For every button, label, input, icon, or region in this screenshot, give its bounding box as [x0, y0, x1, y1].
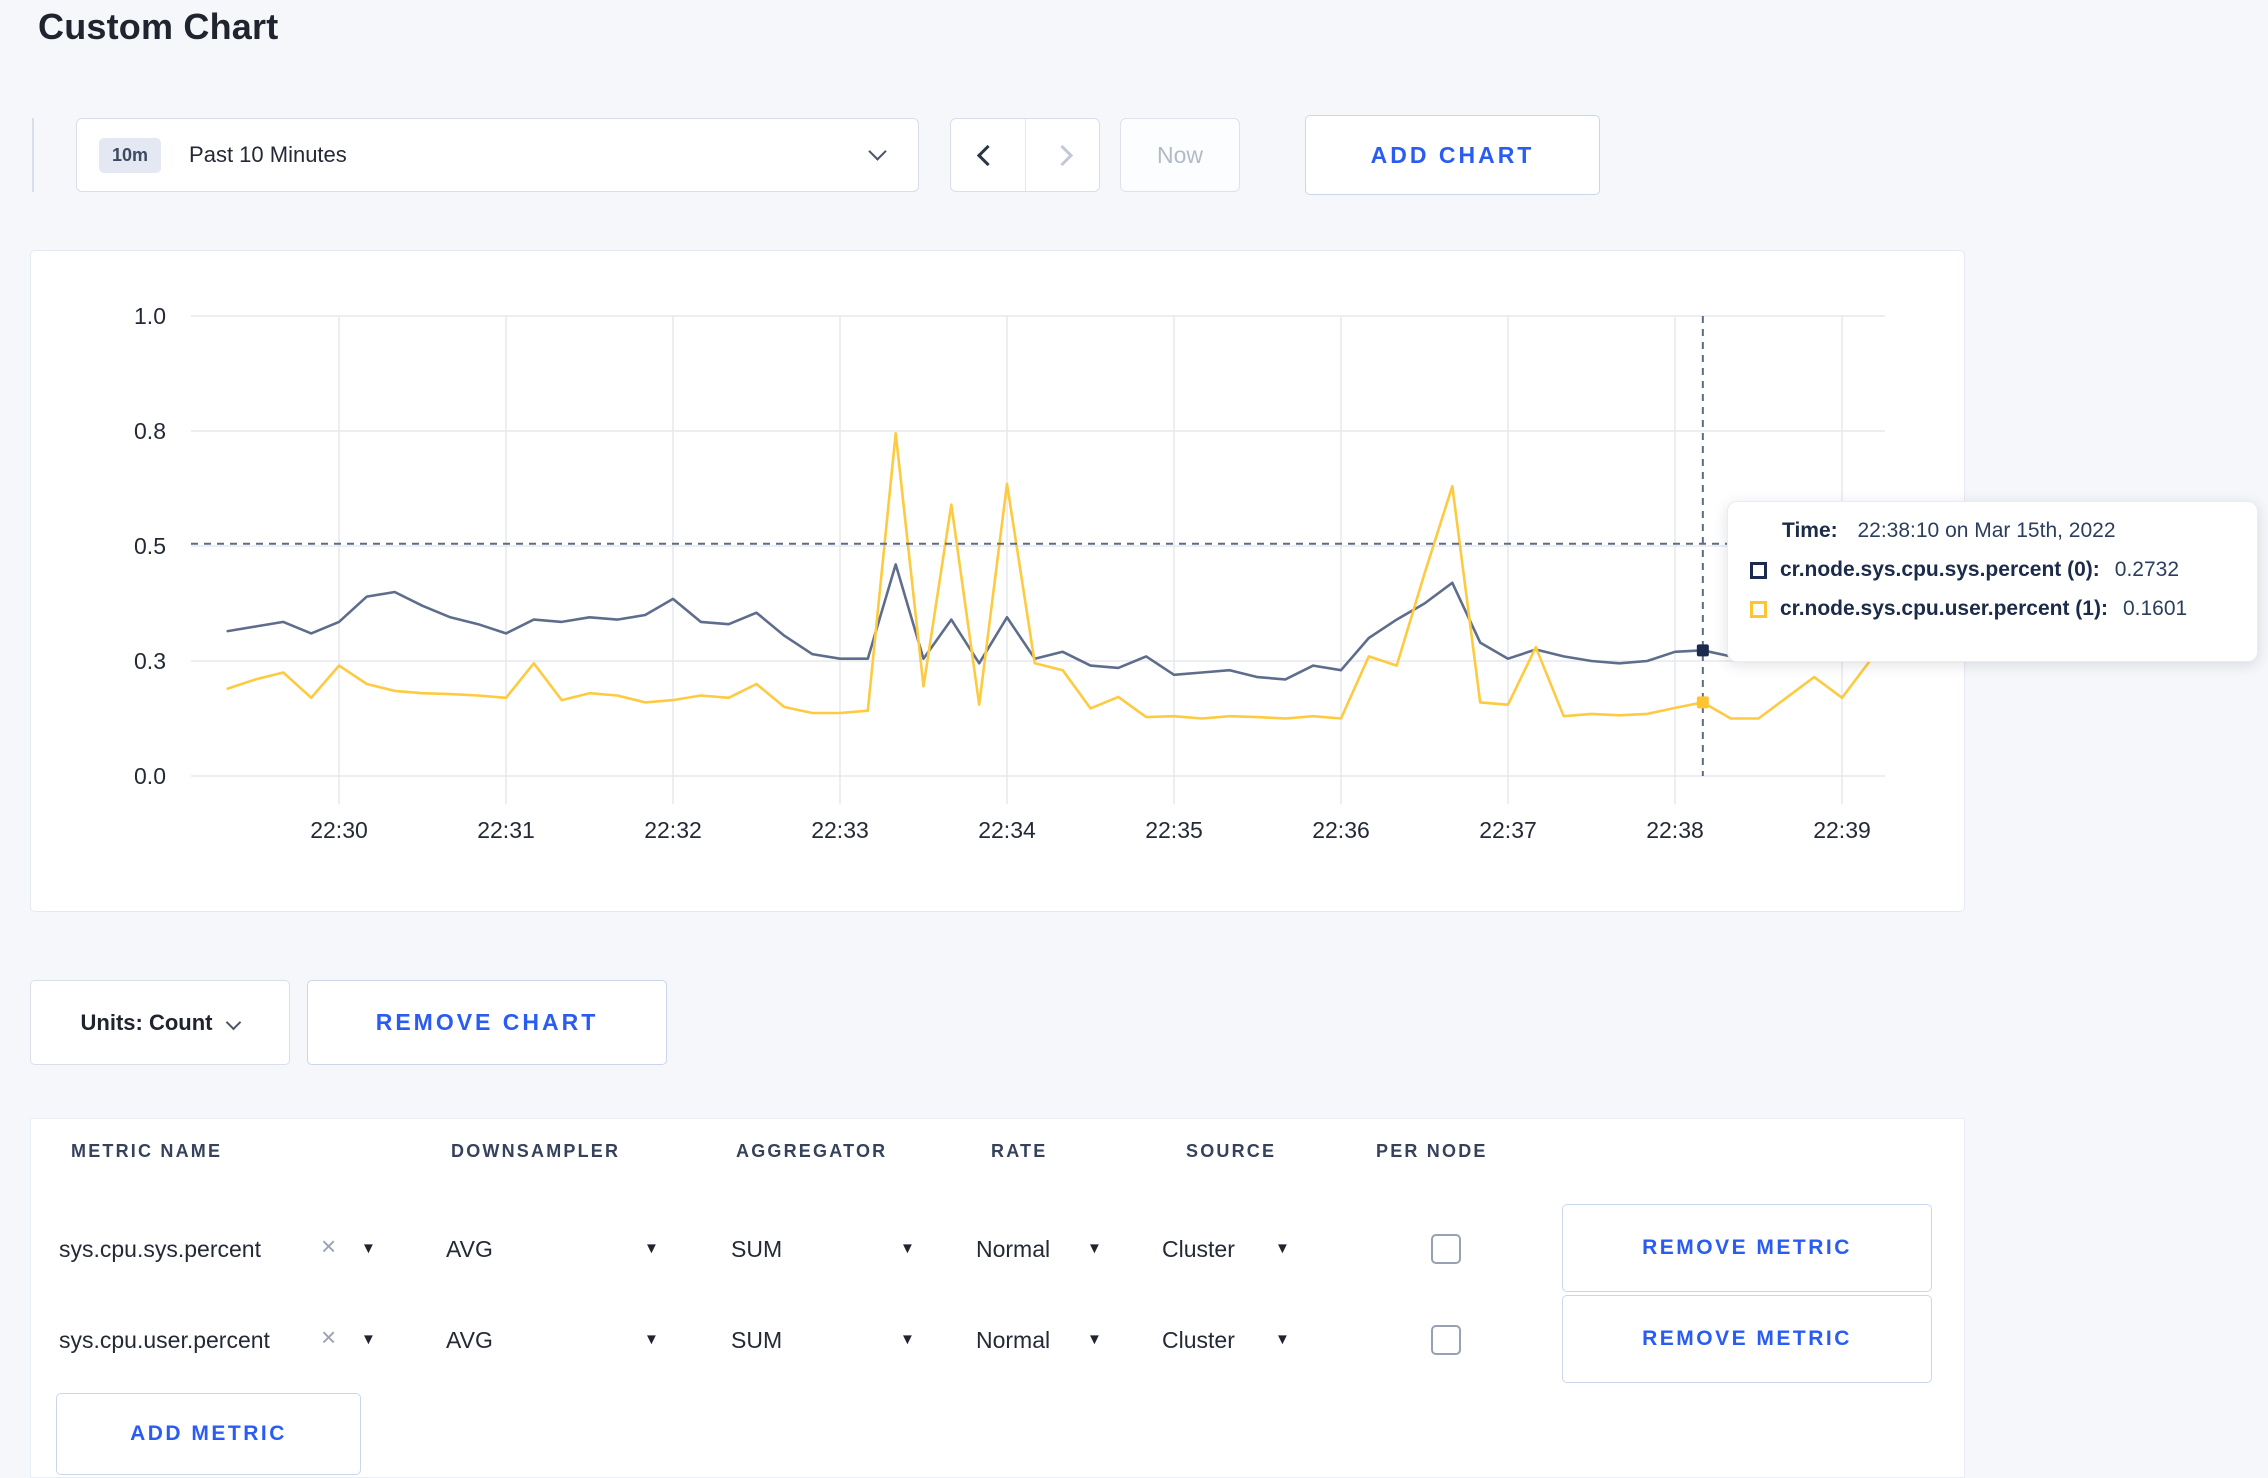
chevron-left-icon	[977, 144, 999, 166]
toolbar-divider	[32, 118, 34, 192]
caret-down-icon: ▼	[361, 1240, 376, 1257]
rate-value: Normal	[976, 1326, 1051, 1353]
aggregator-value: SUM	[731, 1326, 783, 1353]
next-time-button[interactable]	[1024, 119, 1100, 191]
units-dropdown[interactable]: Units: Count	[30, 980, 290, 1065]
svg-text:0.8: 0.8	[134, 418, 166, 444]
aggregator-value: SUM	[731, 1235, 783, 1262]
col-header-source: SOURCE	[1186, 1141, 1277, 1161]
remove-chart-button[interactable]: REMOVE CHART	[307, 980, 667, 1065]
rate-select[interactable]: Normal ▼	[976, 1204, 1162, 1294]
prev-time-button[interactable]	[951, 119, 1025, 191]
svg-text:22:30: 22:30	[310, 817, 368, 843]
source-value: Cluster	[1162, 1326, 1235, 1353]
col-header-aggregator: AGGREGATOR	[736, 1141, 888, 1161]
svg-text:22:33: 22:33	[811, 817, 869, 843]
series-swatch-icon	[1750, 600, 1767, 618]
caret-down-icon: ▼	[1275, 1240, 1290, 1257]
metric-name-value: sys.cpu.user.percent	[59, 1326, 270, 1353]
svg-text:0.5: 0.5	[134, 533, 166, 559]
rate-select[interactable]: Normal ▼	[976, 1295, 1162, 1385]
time-step-buttons	[950, 118, 1100, 192]
chart-tooltip: Time: 22:38:10 on Mar 15th, 2022 cr.node…	[1727, 501, 2258, 662]
svg-text:22:36: 22:36	[1312, 817, 1370, 843]
svg-text:22:37: 22:37	[1479, 817, 1537, 843]
tooltip-series-row: cr.node.sys.cpu.sys.percent (0): 0.2732	[1750, 558, 2237, 582]
downsampler-value: AVG	[446, 1326, 493, 1353]
downsampler-select[interactable]: AVG ▼	[446, 1295, 731, 1385]
custom-chart-page: Custom Chart 10m Past 10 Minutes Now ADD…	[0, 0, 2268, 1478]
col-header-per-node: PER NODE	[1376, 1141, 1488, 1161]
col-header-metric-name: METRIC NAME	[71, 1141, 223, 1161]
col-header-rate: RATE	[991, 1141, 1048, 1161]
remove-metric-button[interactable]: REMOVE METRIC	[1562, 1204, 1932, 1292]
close-icon[interactable]: ×	[321, 1322, 336, 1353]
metric-name-value: sys.cpu.sys.percent	[59, 1235, 261, 1262]
chart-card: 0.0 0.3 0.5 0.8 1.0 22:30 22:31 22:32 22:33 22:34…	[30, 250, 1965, 912]
source-select[interactable]: Cluster ▼	[1162, 1295, 1392, 1385]
svg-text:1.0: 1.0	[134, 303, 166, 329]
chart-plot-area[interactable]: 0.0 0.3 0.5 0.8 1.0 22:30 22:31 22:32 22:33 22:34…	[31, 251, 1966, 913]
metrics-table: METRIC NAME DOWNSAMPLER AGGREGATOR RATE …	[30, 1118, 1965, 1478]
tooltip-series-value: 0.1601	[2122, 597, 2188, 620]
time-range-dropdown[interactable]: 10m Past 10 Minutes	[76, 118, 919, 192]
time-range-label: Past 10 Minutes	[189, 142, 347, 167]
metric-name-select[interactable]: sys.cpu.sys.percent × ▼	[59, 1204, 449, 1294]
svg-text:0.3: 0.3	[134, 648, 166, 674]
tooltip-series-value: 0.2732	[2114, 558, 2180, 581]
col-header-downsampler: DOWNSAMPLER	[451, 1141, 621, 1161]
add-metric-button[interactable]: ADD METRIC	[56, 1393, 361, 1475]
units-label: Units: Count	[80, 1009, 213, 1035]
caret-down-icon: ▼	[900, 1331, 915, 1348]
aggregator-select[interactable]: SUM ▼	[731, 1295, 976, 1385]
svg-text:22:39: 22:39	[1813, 817, 1871, 843]
tooltip-series-label: cr.node.sys.cpu.sys.percent (0):	[1780, 558, 2100, 581]
chevron-down-icon	[226, 1014, 242, 1031]
svg-text:22:35: 22:35	[1145, 817, 1203, 843]
svg-text:22:32: 22:32	[644, 817, 702, 843]
downsampler-select[interactable]: AVG ▼	[446, 1204, 731, 1294]
caret-down-icon: ▼	[900, 1240, 915, 1257]
page-title: Custom Chart	[38, 6, 279, 47]
table-row: sys.cpu.sys.percent × ▼ AVG ▼ SUM ▼ Norm…	[31, 1204, 1966, 1294]
downsampler-value: AVG	[446, 1235, 493, 1262]
caret-down-icon: ▼	[1275, 1331, 1290, 1348]
metric-name-select[interactable]: sys.cpu.user.percent × ▼	[59, 1295, 449, 1385]
close-icon[interactable]: ×	[321, 1231, 336, 1262]
tooltip-series-row: cr.node.sys.cpu.user.percent (1): 0.1601	[1750, 597, 2237, 621]
caret-down-icon: ▼	[361, 1331, 376, 1348]
tooltip-series-label: cr.node.sys.cpu.user.percent (1):	[1780, 597, 2108, 620]
caret-down-icon: ▼	[644, 1331, 659, 1348]
per-node-checkbox[interactable]	[1431, 1234, 1461, 1264]
svg-text:0.0: 0.0	[134, 763, 166, 789]
source-select[interactable]: Cluster ▼	[1162, 1204, 1392, 1294]
caret-down-icon: ▼	[1087, 1331, 1102, 1348]
svg-text:22:34: 22:34	[978, 817, 1036, 843]
add-chart-button[interactable]: ADD CHART	[1305, 115, 1600, 195]
series-swatch-icon	[1750, 561, 1767, 579]
table-row: sys.cpu.user.percent × ▼ AVG ▼ SUM ▼ Nor…	[31, 1295, 1966, 1385]
aggregator-select[interactable]: SUM ▼	[731, 1204, 976, 1294]
chevron-right-icon	[1051, 144, 1073, 166]
source-value: Cluster	[1162, 1235, 1235, 1262]
svg-text:22:31: 22:31	[477, 817, 535, 843]
remove-metric-button[interactable]: REMOVE METRIC	[1562, 1295, 1932, 1383]
now-button[interactable]: Now	[1120, 118, 1240, 192]
tooltip-time-row: Time: 22:38:10 on Mar 15th, 2022	[1782, 519, 2237, 543]
tooltip-time-label: Time:	[1782, 519, 1838, 542]
svg-text:22:38: 22:38	[1646, 817, 1704, 843]
tooltip-time-value: 22:38:10 on Mar 15th, 2022	[1857, 519, 2116, 542]
caret-down-icon: ▼	[644, 1240, 659, 1257]
caret-down-icon: ▼	[1087, 1240, 1102, 1257]
per-node-checkbox[interactable]	[1431, 1325, 1461, 1355]
chevron-down-icon	[868, 142, 887, 161]
time-range-badge: 10m	[99, 137, 162, 173]
rate-value: Normal	[976, 1235, 1051, 1262]
